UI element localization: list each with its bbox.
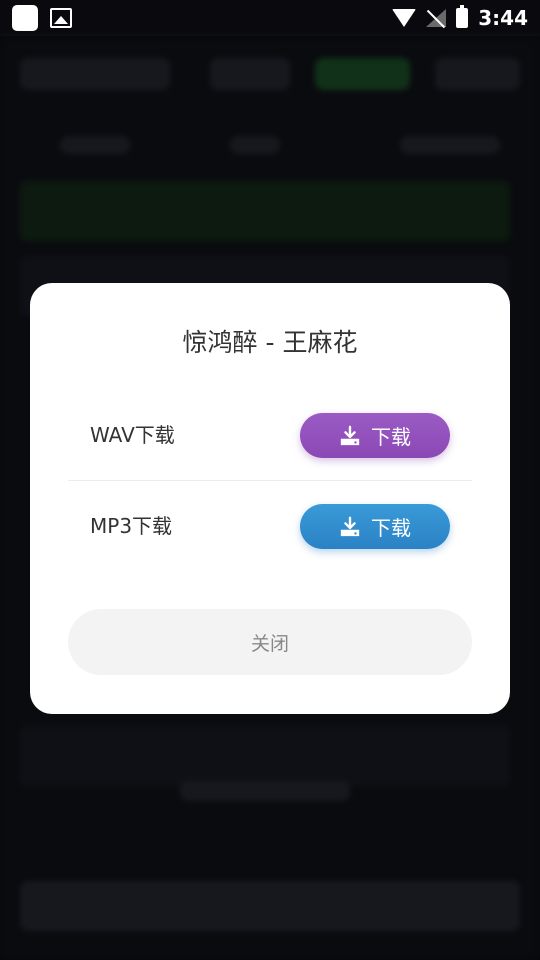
status-time: 3:44 — [478, 6, 528, 30]
wav-download-label: WAV下载 — [90, 423, 175, 447]
wav-download-button-label: 下载 — [371, 425, 411, 449]
status-bar-left — [12, 5, 72, 31]
wav-download-row: WAV下载 下载 — [68, 400, 472, 470]
battery-charging-icon — [456, 5, 469, 28]
download-icon — [340, 516, 360, 536]
mp3-download-label: MP3下载 — [90, 514, 173, 538]
download-dialog: 惊鸿醉 - 王麻花 WAV下载 下载 MP3下载 下载 关闭 — [30, 283, 510, 714]
dialog-title: 惊鸿醉 - 王麻花 — [182, 328, 358, 357]
status-bar: 3:44 — [0, 0, 540, 36]
mp3-download-row: MP3下载 下载 — [68, 491, 472, 561]
mp3-download-button-label: 下载 — [371, 516, 411, 540]
wifi-icon — [392, 9, 417, 27]
wav-download-button[interactable]: 下载 — [300, 413, 450, 458]
no-signal-icon — [426, 9, 447, 27]
close-button[interactable]: 关闭 — [68, 609, 472, 675]
download-icon — [340, 425, 360, 445]
app-square-icon — [12, 5, 38, 31]
status-bar-right: 3:44 — [392, 5, 528, 30]
divider — [68, 480, 472, 481]
mp3-download-button[interactable]: 下载 — [300, 504, 450, 549]
image-icon — [50, 8, 72, 28]
